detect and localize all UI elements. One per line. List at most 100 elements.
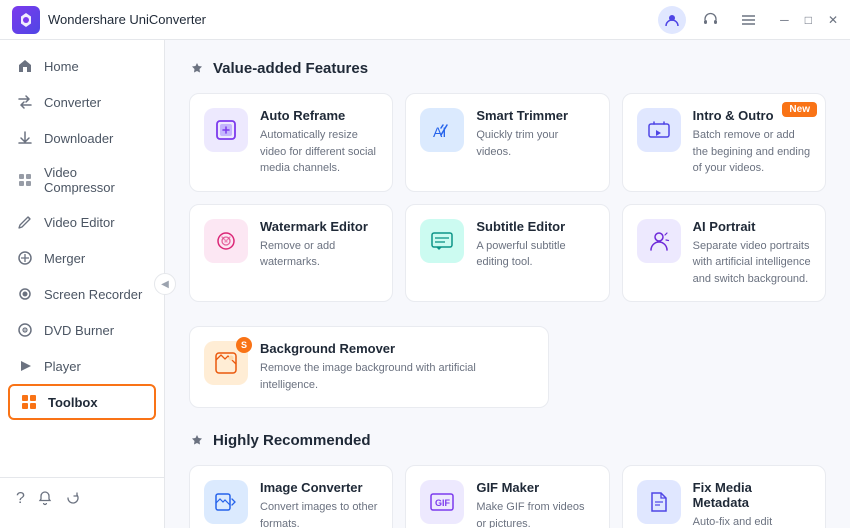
background-remover-card[interactable]: S Background Remover Remove the image ba… xyxy=(189,326,549,408)
intro-outro-new-badge: New xyxy=(782,102,817,117)
subtitle-editor-card[interactable]: Subtitle Editor A powerful subtitle edit… xyxy=(405,204,609,303)
image-converter-card[interactable]: Image Converter Convert images to other … xyxy=(189,465,393,528)
sidebar-item-video-editor[interactable]: Video Editor xyxy=(0,204,164,240)
intro-outro-text: Intro & Outro Batch remove or add the be… xyxy=(693,108,811,177)
window-controls: ─ □ ✕ xyxy=(780,13,838,27)
recommended-grid: Image Converter Convert images to other … xyxy=(189,465,826,528)
gif-maker-title: GIF Maker xyxy=(476,480,594,495)
sidebar-editor-label: Video Editor xyxy=(44,215,115,230)
intro-outro-desc: Batch remove or add the begining and end… xyxy=(693,127,811,177)
main-content: Value-added Features Auto Reframe Automa… xyxy=(165,40,850,528)
auto-reframe-text: Auto Reframe Automatically resize video … xyxy=(260,108,378,177)
watermark-editor-card[interactable]: Watermark Editor Remove or add watermark… xyxy=(189,204,393,303)
image-converter-desc: Convert images to other formats. xyxy=(260,499,378,528)
sidebar-item-home[interactable]: Home xyxy=(0,48,164,84)
background-remover-badge: S xyxy=(236,337,252,353)
background-remover-icon-wrap: S xyxy=(204,341,248,385)
dvd-icon xyxy=(16,321,34,339)
sidebar-item-toolbox[interactable]: Toolbox xyxy=(8,384,156,420)
user-icon[interactable] xyxy=(658,6,686,34)
sidebar-item-player[interactable]: Player xyxy=(0,348,164,384)
collapse-sidebar-button[interactable]: ◀ xyxy=(154,273,176,295)
smart-trimmer-icon: AI xyxy=(420,108,464,152)
subtitle-editor-icon xyxy=(420,219,464,263)
sidebar-recorder-label: Screen Recorder xyxy=(44,287,142,302)
help-icon[interactable]: ? xyxy=(16,490,25,508)
ai-portrait-desc: Separate video portraits with artificial… xyxy=(693,238,811,288)
sidebar-item-video-compressor[interactable]: Video Compressor xyxy=(0,156,164,204)
gif-maker-icon: GIF xyxy=(420,480,464,524)
recommended-section-title: Highly Recommended xyxy=(189,432,826,449)
fix-media-metadata-desc: Auto-fix and edit metadata of media file… xyxy=(693,514,811,528)
maximize-button[interactable]: □ xyxy=(805,13,812,27)
merger-icon xyxy=(16,249,34,267)
sidebar-compressor-label: Video Compressor xyxy=(44,165,148,195)
subtitle-editor-title: Subtitle Editor xyxy=(476,219,594,234)
auto-reframe-card[interactable]: Auto Reframe Automatically resize video … xyxy=(189,93,393,192)
editor-icon xyxy=(16,213,34,231)
subtitle-editor-desc: A powerful subtitle editing tool. xyxy=(476,238,594,271)
app-body: Home Converter Downloader xyxy=(0,40,850,528)
fix-media-metadata-title: Fix Media Metadata xyxy=(693,480,811,510)
sidebar-converter-label: Converter xyxy=(44,95,101,110)
player-icon xyxy=(16,357,34,375)
menu-icon[interactable] xyxy=(734,6,762,34)
gif-maker-desc: Make GIF from videos or pictures. xyxy=(476,499,594,528)
sidebar-player-label: Player xyxy=(44,359,81,374)
watermark-editor-desc: Remove or add watermarks. xyxy=(260,238,378,271)
smart-trimmer-desc: Quickly trim your videos. xyxy=(476,127,594,160)
fix-media-metadata-text: Fix Media Metadata Auto-fix and edit met… xyxy=(693,480,811,528)
value-added-grid: Auto Reframe Automatically resize video … xyxy=(189,93,826,302)
sidebar: Home Converter Downloader xyxy=(0,40,165,528)
compressor-icon xyxy=(16,171,34,189)
image-converter-text: Image Converter Convert images to other … xyxy=(260,480,378,528)
ai-portrait-icon xyxy=(637,219,681,263)
sidebar-merger-label: Merger xyxy=(44,251,85,266)
auto-reframe-title: Auto Reframe xyxy=(260,108,378,123)
app-title: Wondershare UniConverter xyxy=(48,12,650,27)
title-bar-controls: ─ □ ✕ xyxy=(658,6,838,34)
gif-maker-text: GIF Maker Make GIF from videos or pictur… xyxy=(476,480,594,528)
refresh-icon[interactable] xyxy=(65,490,81,508)
sidebar-item-downloader[interactable]: Downloader xyxy=(0,120,164,156)
sidebar-item-dvd-burner[interactable]: DVD Burner xyxy=(0,312,164,348)
ai-portrait-text: AI Portrait Separate video portraits wit… xyxy=(693,219,811,288)
gif-maker-card[interactable]: GIF GIF Maker Make GIF from videos or pi… xyxy=(405,465,609,528)
fix-media-metadata-icon xyxy=(637,480,681,524)
watermark-editor-title: Watermark Editor xyxy=(260,219,378,234)
subtitle-editor-text: Subtitle Editor A powerful subtitle edit… xyxy=(476,219,594,271)
background-remover-desc: Remove the image background with artific… xyxy=(260,360,534,393)
background-remover-title: Background Remover xyxy=(260,341,534,356)
image-converter-title: Image Converter xyxy=(260,480,378,495)
ai-portrait-card[interactable]: AI Portrait Separate video portraits wit… xyxy=(622,204,826,303)
sidebar-item-merger[interactable]: Merger xyxy=(0,240,164,276)
wide-cards-section: S Background Remover Remove the image ba… xyxy=(189,326,826,408)
svg-text:GIF: GIF xyxy=(435,498,451,508)
recommended-section-icon xyxy=(189,433,205,449)
sidebar-item-converter[interactable]: Converter xyxy=(0,84,164,120)
fix-media-metadata-card[interactable]: Fix Media Metadata Auto-fix and edit met… xyxy=(622,465,826,528)
sidebar-bottom: ? xyxy=(0,477,164,520)
recorder-icon xyxy=(16,285,34,303)
smart-trimmer-card[interactable]: AI Smart Trimmer Quickly trim your video… xyxy=(405,93,609,192)
title-bar: Wondershare UniConverter ─ □ ✕ xyxy=(0,0,850,40)
close-button[interactable]: ✕ xyxy=(828,13,838,27)
downloader-icon xyxy=(16,129,34,147)
ai-portrait-title: AI Portrait xyxy=(693,219,811,234)
value-added-section-icon xyxy=(189,61,205,77)
watermark-editor-text: Watermark Editor Remove or add watermark… xyxy=(260,219,378,271)
toolbox-icon xyxy=(20,393,38,411)
notification-icon[interactable] xyxy=(37,490,53,508)
auto-reframe-icon xyxy=(204,108,248,152)
intro-outro-card[interactable]: New Intro & Outro Batch remove or add th… xyxy=(622,93,826,192)
svg-text:AI: AI xyxy=(433,124,446,140)
sidebar-toolbox-label: Toolbox xyxy=(48,395,98,410)
smart-trimmer-title: Smart Trimmer xyxy=(476,108,594,123)
sidebar-item-screen-recorder[interactable]: Screen Recorder xyxy=(0,276,164,312)
headset-icon[interactable] xyxy=(696,6,724,34)
sidebar-home-label: Home xyxy=(44,59,79,74)
background-remover-text: Background Remover Remove the image back… xyxy=(260,341,534,393)
value-added-title-text: Value-added Features xyxy=(213,60,368,77)
minimize-button[interactable]: ─ xyxy=(780,13,789,27)
sidebar-downloader-label: Downloader xyxy=(44,131,113,146)
